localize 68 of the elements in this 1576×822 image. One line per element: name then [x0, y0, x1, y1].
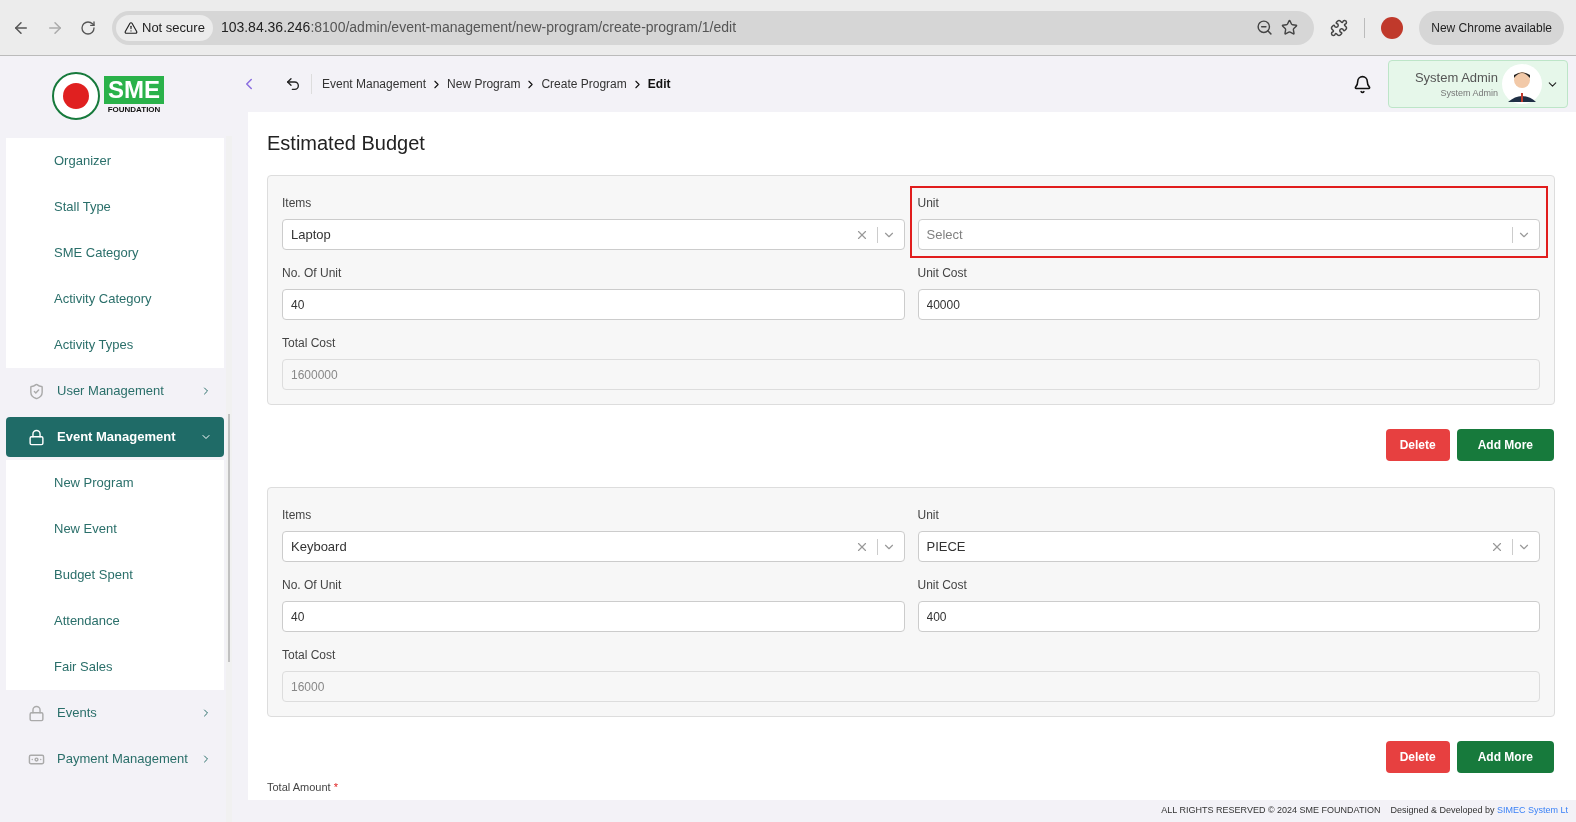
- sidebar-subitem[interactable]: Activity Category: [6, 276, 224, 322]
- user-name: System Admin: [1414, 68, 1498, 87]
- emblem-icon: [52, 72, 100, 120]
- add-more-button[interactable]: Add More: [1456, 741, 1554, 773]
- update-chip[interactable]: New Chrome available: [1419, 10, 1564, 45]
- scrollbar[interactable]: [225, 136, 232, 822]
- field-label: No. Of Unit: [282, 577, 343, 594]
- input-field[interactable]: 40000: [917, 289, 1540, 320]
- input-field[interactable]: 400: [917, 601, 1540, 632]
- delete-button[interactable]: Delete: [1385, 429, 1450, 461]
- page-title: Estimated Budget: [267, 131, 426, 156]
- credit-text: Designed & Developed by SIMEC System Lt: [1390, 804, 1568, 818]
- zoom-icon[interactable]: [1256, 19, 1274, 36]
- sidebar-subitem[interactable]: Fair Sales: [6, 644, 224, 690]
- company-link[interactable]: SIMEC System Lt: [1497, 805, 1568, 816]
- field-label: Unit Cost: [917, 577, 968, 594]
- sidebar-subitem[interactable]: Organizer: [6, 138, 224, 184]
- sidebar-subitem[interactable]: Stall Type: [6, 184, 224, 230]
- sidebar-subitem[interactable]: New Event: [6, 506, 224, 552]
- select-field[interactable]: Select: [917, 219, 1540, 250]
- select-value: Laptop: [291, 225, 332, 244]
- field-label: Total Cost: [282, 647, 337, 664]
- undo-icon[interactable]: [285, 76, 301, 92]
- field-label: Items: [282, 195, 313, 212]
- breadcrumb-link[interactable]: Event Management: [322, 75, 427, 93]
- bookmark-star-icon[interactable]: [1281, 19, 1299, 36]
- profile-avatar[interactable]: [1381, 16, 1404, 39]
- user-role: System Admin: [1440, 87, 1498, 100]
- extensions-icon[interactable]: [1330, 18, 1349, 37]
- add-more-button[interactable]: Add More: [1456, 429, 1554, 461]
- breadcrumb-link[interactable]: Create Program: [541, 75, 627, 93]
- sidebar-subitem[interactable]: Budget Spent: [6, 552, 224, 598]
- select-value: PIECE: [926, 537, 967, 556]
- address-bar[interactable]: Not secure 103.84.36.246:8100/admin/event-management/new-program/create-program/1/edit: [112, 10, 1315, 45]
- security-chip[interactable]: Not secure: [116, 14, 213, 41]
- user-menu[interactable]: System Admin System Admin: [1388, 60, 1568, 108]
- select-value: Keyboard: [291, 537, 348, 556]
- field-label: Items: [282, 507, 313, 524]
- avatar-icon: [1502, 64, 1542, 104]
- sidebar-group[interactable]: User Management: [6, 371, 224, 411]
- readonly-field[interactable]: 1600000: [282, 359, 1540, 390]
- sidebar-subitem[interactable]: Attendance: [6, 598, 224, 644]
- select-field[interactable]: Laptop: [282, 219, 905, 250]
- sidebar-subitem[interactable]: Activity Types: [6, 322, 224, 368]
- field-label: Total Amount *: [267, 780, 339, 795]
- sidebar-subitem[interactable]: New Program: [6, 460, 224, 506]
- bell-icon[interactable]: [1353, 74, 1372, 94]
- input-field[interactable]: 40: [282, 289, 905, 320]
- reload-icon[interactable]: [80, 19, 96, 36]
- sidebar-subitem[interactable]: SME Category: [6, 230, 224, 276]
- field-label: Unit Cost: [917, 265, 968, 282]
- sidebar-group[interactable]: Events: [6, 693, 224, 733]
- field-label: Unit: [917, 507, 940, 524]
- copyright-text: ALL RIGHTS RESERVED © 2024 SME FOUNDATION: [1161, 804, 1381, 818]
- sidebar-group[interactable]: Payment Management: [6, 739, 224, 779]
- field-label: No. Of Unit: [282, 265, 343, 282]
- url-text: 103.84.36.246:8100/admin/event-management/new-program/create-program/1/edit: [220, 18, 738, 37]
- delete-button[interactable]: Delete: [1385, 741, 1450, 773]
- select-field[interactable]: Keyboard: [282, 531, 905, 562]
- field-label: Total Cost: [282, 335, 337, 352]
- select-placeholder: Select: [926, 225, 964, 244]
- field-label: Unit: [917, 195, 940, 212]
- readonly-field[interactable]: 16000: [282, 671, 1540, 702]
- warning-icon: [124, 20, 138, 35]
- select-field[interactable]: PIECE: [917, 531, 1540, 562]
- breadcrumb-link[interactable]: New Program: [447, 75, 521, 93]
- sidebar-group[interactable]: Event Management: [6, 417, 224, 457]
- input-field[interactable]: 40: [282, 601, 905, 632]
